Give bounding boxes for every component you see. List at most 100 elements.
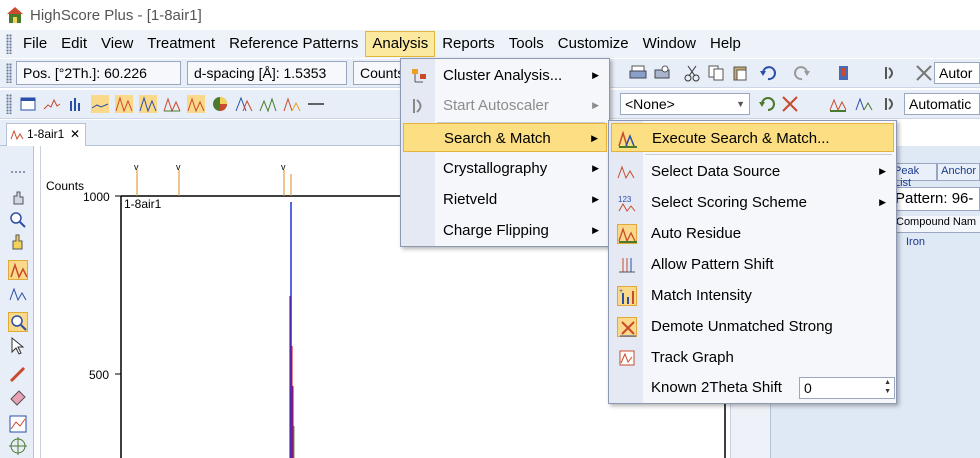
grip-icon[interactable]: [6, 34, 12, 54]
menu-item-crystallography[interactable]: Crystallography ▶: [403, 154, 607, 183]
background-icon[interactable]: [90, 94, 110, 114]
grip-icon[interactable]: [6, 63, 12, 83]
difference-icon[interactable]: [162, 94, 182, 114]
pattern-field: Pattern: 96-: [890, 187, 980, 211]
profile-fit-icon[interactable]: [138, 94, 158, 114]
wizard-icon[interactable]: [882, 63, 902, 83]
hand-icon[interactable]: [8, 232, 28, 252]
menu-edit[interactable]: Edit: [54, 31, 94, 57]
crosshair-icon[interactable]: [8, 436, 28, 456]
match-intensity-icon: +: [617, 286, 637, 306]
window-icon[interactable]: [18, 94, 38, 114]
peak-tool-icon[interactable]: [8, 260, 28, 280]
scale-icon[interactable]: [234, 94, 254, 114]
menu-item-start-autoscaler[interactable]: Start Autoscaler ▶: [403, 91, 607, 120]
menu-item-select-scoring-scheme[interactable]: 123 Select Scoring Scheme ▶: [611, 188, 894, 217]
automatic-select[interactable]: Automatic: [904, 93, 980, 115]
wizard-icon[interactable]: [882, 94, 902, 114]
redo-icon[interactable]: [792, 63, 812, 83]
menu-item-auto-residue[interactable]: Auto Residue: [611, 219, 894, 248]
clear-icon[interactable]: [780, 94, 800, 114]
tab-anchor[interactable]: Anchor: [937, 163, 980, 181]
zoom-icon[interactable]: [8, 210, 28, 230]
compound-name-cell[interactable]: Iron: [906, 236, 925, 248]
menu-tools[interactable]: Tools: [502, 31, 551, 57]
d-spacing-readout: d-spacing [Å]: 1.5353: [187, 61, 347, 85]
menu-help[interactable]: Help: [703, 31, 748, 57]
reference-select[interactable]: <None> ▼: [620, 93, 750, 115]
label-icon[interactable]: [282, 94, 302, 114]
menu-item-charge-flipping[interactable]: Charge Flipping ▶: [403, 216, 607, 245]
close-icon[interactable]: ✕: [70, 127, 80, 141]
menu-item-search-match[interactable]: Search & Match ▶: [403, 123, 607, 152]
svg-text:v: v: [281, 162, 286, 172]
menu-bar: File Edit View Treatment Reference Patte…: [0, 30, 980, 58]
svg-text:v: v: [134, 162, 139, 172]
pie-chart-icon[interactable]: [210, 94, 230, 114]
menu-item-label: Demote Unmatched Strong: [651, 318, 833, 335]
toolbar-mode-combo[interactable]: Autor: [934, 62, 980, 84]
refine-icon[interactable]: [854, 94, 874, 114]
menu-file[interactable]: File: [16, 31, 54, 57]
menu-window[interactable]: Window: [636, 31, 703, 57]
menu-item-label: Allow Pattern Shift: [651, 256, 774, 273]
menu-item-known-2theta-shift: Known 2Theta Shift 0 ▲ ▼: [611, 373, 895, 402]
bookmark-icon[interactable]: [834, 63, 854, 83]
bars-icon[interactable]: [66, 94, 86, 114]
menu-item-cluster-analysis[interactable]: Cluster Analysis... ▶: [403, 61, 607, 90]
grip-icon[interactable]: [6, 94, 12, 114]
reference-markers: v v v: [134, 162, 292, 196]
y-axis-title: Counts: [46, 179, 84, 193]
menu-item-execute-search-match[interactable]: Execute Search & Match...: [611, 123, 894, 152]
eraser-icon[interactable]: [8, 386, 28, 406]
residue-icon[interactable]: [186, 94, 206, 114]
magnify-icon[interactable]: [8, 312, 28, 332]
auto-residue-icon: [617, 224, 637, 244]
menu-item-rietveld[interactable]: Rietveld ▶: [403, 185, 607, 214]
menu-reports[interactable]: Reports: [435, 31, 502, 57]
menu-reference-patterns[interactable]: Reference Patterns: [222, 31, 365, 57]
cut-icon[interactable]: [682, 63, 702, 83]
peaks-icon[interactable]: [114, 94, 134, 114]
document-tab[interactable]: 1-8air1 ✕: [6, 123, 86, 146]
menu-item-allow-pattern-shift[interactable]: Allow Pattern Shift: [611, 250, 894, 279]
tab-peak-list[interactable]: Peak List: [890, 163, 938, 189]
document-icon: [10, 127, 24, 141]
menu-view[interactable]: View: [94, 31, 140, 57]
menu-item-demote-unmatched-strong[interactable]: Demote Unmatched Strong: [611, 312, 894, 341]
menu-item-track-graph[interactable]: Track Graph: [611, 343, 894, 372]
search-match-submenu: Execute Search & Match... Select Data So…: [608, 120, 897, 404]
analysis-menu: Cluster Analysis... ▶ Start Autoscaler ▶…: [400, 58, 610, 247]
window-title: HighScore Plus - [1-8air1]: [30, 6, 202, 24]
grip-icon[interactable]: [8, 162, 28, 182]
known-2theta-shift-input[interactable]: 0 ▲ ▼: [799, 377, 895, 399]
pointer-icon[interactable]: [8, 336, 28, 356]
spin-button-icon[interactable]: ▲ ▼: [884, 378, 891, 396]
menu-item-match-intensity[interactable]: + Match Intensity: [611, 281, 894, 310]
reference-select-value: <None>: [625, 96, 675, 112]
app-logo-icon: [6, 6, 24, 24]
auto-fit-icon[interactable]: [828, 94, 848, 114]
menu-item-label: Crystallography: [443, 160, 548, 177]
paste-icon[interactable]: [730, 63, 750, 83]
line-style-icon[interactable]: [306, 94, 326, 114]
pattern-icon[interactable]: [42, 94, 62, 114]
print-preview-icon[interactable]: [652, 63, 672, 83]
compound-name-header[interactable]: Compound Nam: [896, 216, 980, 233]
menu-customize[interactable]: Customize: [551, 31, 636, 57]
menu-item-label: Rietveld: [443, 191, 498, 208]
print-icon[interactable]: [628, 63, 648, 83]
copy-icon[interactable]: [706, 63, 726, 83]
grid-tool-icon[interactable]: [8, 414, 28, 434]
pen-icon[interactable]: [8, 364, 28, 384]
cross-tool-icon[interactable]: [914, 63, 934, 83]
menu-analysis[interactable]: Analysis: [365, 31, 436, 57]
undo-icon[interactable]: [758, 63, 778, 83]
menu-item-select-data-source[interactable]: Select Data Source ▶: [611, 157, 894, 186]
marker-icon[interactable]: [258, 94, 278, 114]
refresh-icon[interactable]: [758, 94, 778, 114]
menu-item-label: Execute Search & Match...: [652, 130, 830, 147]
menu-treatment[interactable]: Treatment: [140, 31, 222, 57]
pan-icon[interactable]: [8, 188, 28, 208]
fit-tool-icon[interactable]: [8, 284, 28, 304]
